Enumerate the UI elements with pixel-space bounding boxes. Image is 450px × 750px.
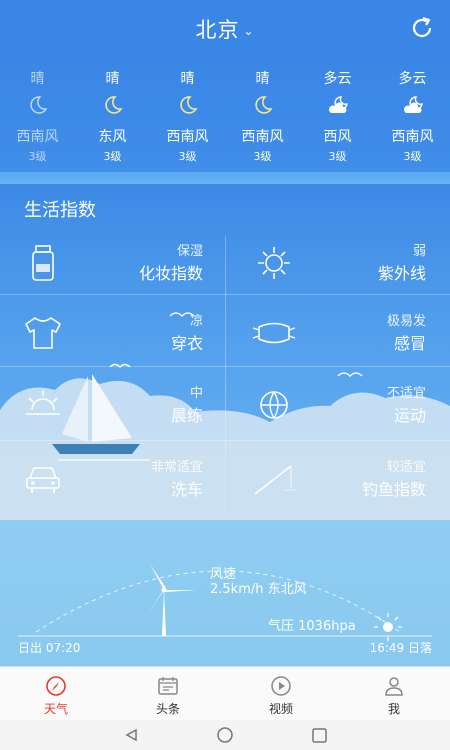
sun-icon — [374, 613, 402, 641]
system-nav-bar — [0, 720, 450, 750]
life-index-sport[interactable]: 不适宜 运动 — [225, 370, 450, 440]
nav-label: 我 — [387, 702, 400, 716]
forecast-wind: 西南风 — [16, 129, 59, 145]
sunrise-time: 日出 07:20 — [18, 641, 81, 655]
life-index-panel: 生活指数 保湿 化妆指数 弱 紫外线 凉 穿衣 极易发 感冒 中 晨练 不适宜 … — [0, 184, 450, 520]
forecast-condition: 多云 — [323, 71, 352, 87]
forecast-level: 3级 — [28, 150, 47, 163]
nav-headlines[interactable]: 头条 — [112, 667, 224, 721]
forecast-day[interactable]: 多云 西风 3级 — [300, 56, 375, 172]
sun-wind-panel: 风速 2.5km/h 东北风 气压 1036hpa 日出 07:20 16:49… — [0, 520, 450, 666]
moon-cloud-icon — [403, 96, 423, 113]
forecast-day[interactable]: 多云 西南风 3级 — [375, 56, 450, 172]
life-index-name: 晨练 — [170, 406, 203, 425]
forecast-level: 3级 — [403, 150, 422, 163]
car-icon — [26, 467, 60, 493]
forecast-wind: 东风 — [98, 129, 127, 145]
life-index-value: 中 — [189, 386, 203, 401]
life-index-title: 生活指数 — [24, 200, 96, 221]
nav-label: 头条 — [155, 702, 180, 716]
sun-icon — [258, 247, 290, 279]
forecast-level: 3级 — [253, 150, 272, 163]
cosmetic-jar-icon — [32, 245, 54, 281]
life-index-dressing[interactable]: 凉 穿衣 — [0, 298, 225, 368]
back-icon[interactable] — [125, 728, 137, 742]
forecast-wind: 西风 — [323, 129, 352, 145]
forecast-condition: 晴 — [180, 71, 195, 87]
city-name: 北京 — [195, 18, 240, 42]
header: 北京 ⌄ — [0, 0, 450, 56]
forecast-wind: 西南风 — [241, 129, 284, 145]
life-index-value: 较适宜 — [386, 460, 426, 475]
forecast-day[interactable]: 晴 西南风 3级 — [225, 56, 300, 172]
wind-turbine-icon — [148, 564, 196, 636]
sunset-time: 16:49 日落 — [369, 641, 432, 655]
life-index-car-wash[interactable]: 非常适宜 洗车 — [0, 444, 225, 514]
forecast-wind: 西南风 — [391, 129, 434, 145]
forecast-day[interactable]: 晴 东风 3级 — [75, 56, 150, 172]
life-index-value: 弱 — [412, 244, 426, 259]
moon-cloud-icon — [328, 96, 348, 113]
life-index-name: 紫外线 — [377, 264, 426, 283]
moon-icon — [105, 96, 123, 114]
life-index-name: 穿衣 — [170, 334, 203, 353]
life-index-name: 感冒 — [393, 334, 426, 353]
tshirt-icon — [25, 317, 61, 349]
fishing-rod-icon — [254, 465, 297, 495]
forecast-condition: 多云 — [398, 71, 427, 87]
life-index-value: 极易发 — [386, 314, 426, 329]
compass-icon — [46, 676, 66, 696]
forecast-level: 3级 — [103, 150, 122, 163]
nav-video[interactable]: 视频 — [225, 667, 337, 721]
forecast-condition: 晴 — [105, 71, 120, 87]
life-index-morning-exercise[interactable]: 中 晨练 — [0, 370, 225, 440]
life-index-fishing[interactable]: 较适宜 钓鱼指数 — [225, 444, 450, 514]
nav-weather[interactable]: 天气 — [0, 667, 112, 721]
forecast-wind: 西南风 — [166, 129, 209, 145]
life-index-uv[interactable]: 弱 紫外线 — [225, 228, 450, 298]
refresh-icon[interactable] — [408, 14, 436, 42]
mask-icon — [252, 322, 296, 344]
forecast-level: 3级 — [178, 150, 197, 163]
news-icon — [158, 677, 178, 695]
recents-icon[interactable] — [312, 728, 327, 743]
wind-speed-value: 2.5km/h 东北风 — [210, 582, 307, 597]
pressure-value: 气压 1036hpa — [268, 619, 356, 634]
life-index-name: 洗车 — [170, 480, 203, 499]
life-index-cosmetic[interactable]: 保湿 化妆指数 — [0, 228, 225, 298]
play-icon — [271, 676, 291, 696]
forecast-day[interactable]: 晴 西南风 3级 — [0, 56, 75, 172]
weather-app: 北京 ⌄ 晴 西南风 3级 晴 东风 3级 晴 西南风 3级 晴 西南风 3级 … — [0, 0, 450, 750]
life-index-value: 凉 — [189, 314, 203, 329]
life-index-cold[interactable]: 极易发 感冒 — [225, 298, 450, 368]
life-index-name: 化妆指数 — [138, 264, 203, 283]
life-index-name: 运动 — [393, 406, 426, 425]
life-index-value: 非常适宜 — [150, 460, 203, 475]
life-index-name: 钓鱼指数 — [361, 480, 426, 499]
life-index-value: 保湿 — [176, 244, 203, 259]
forecast-condition: 晴 — [255, 71, 270, 87]
life-index-value: 不适宜 — [386, 386, 426, 401]
city-selector[interactable]: 北京 ⌄ — [0, 14, 450, 44]
bottom-nav: 天气 头条 视频 我 — [0, 666, 450, 720]
section-divider — [0, 172, 450, 184]
home-icon[interactable] — [217, 727, 233, 743]
nav-label: 天气 — [43, 702, 68, 716]
sunrise-icon — [26, 390, 60, 415]
moon-icon — [180, 96, 198, 114]
nav-label: 视频 — [268, 702, 293, 716]
forecast-level: 3级 — [328, 150, 347, 163]
system-nav-icons — [125, 727, 327, 743]
forecast-day[interactable]: 晴 西南风 3级 — [150, 56, 225, 172]
forecast-condition: 晴 — [30, 71, 45, 87]
person-icon — [385, 677, 403, 696]
ball-icon — [260, 391, 288, 419]
chevron-down-icon: ⌄ — [243, 24, 255, 38]
moon-icon — [30, 96, 48, 114]
moon-icon — [255, 96, 273, 114]
forecast-strip: 晴 西南风 3级 晴 东风 3级 晴 西南风 3级 晴 西南风 3级 多云 西风 — [0, 56, 450, 172]
nav-me[interactable]: 我 — [338, 667, 450, 721]
